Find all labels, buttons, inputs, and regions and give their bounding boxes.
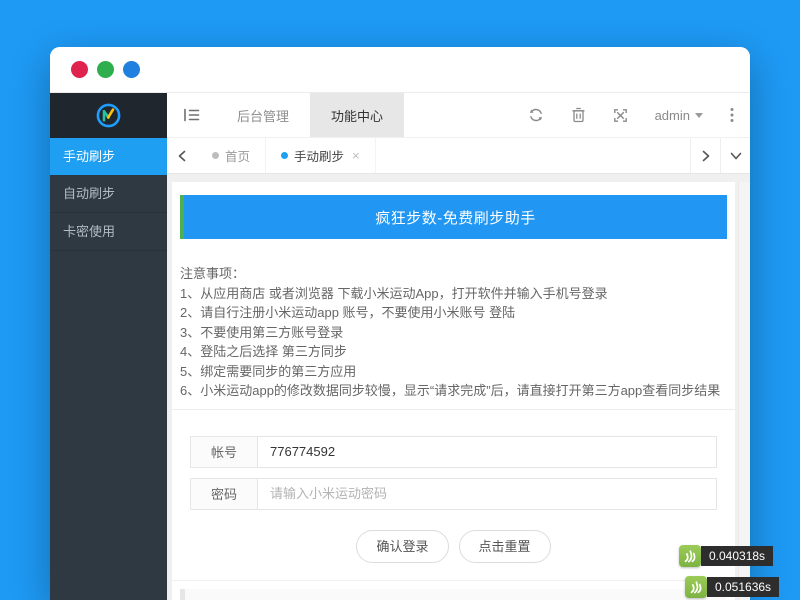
notice-line: 5、绑定需要同步的第三方应用: [180, 362, 727, 382]
page-tab-label: 首页: [225, 146, 250, 165]
collapse-menu-button[interactable]: [167, 93, 216, 137]
sidebar: 手动刷步 自动刷步 卡密使用: [50, 138, 167, 600]
password-label: 密码: [190, 478, 258, 510]
notice-line: 4、登陆之后选择 第三方同步: [180, 342, 727, 362]
topnav-tab-backend[interactable]: 后台管理: [216, 93, 310, 137]
page-tab-home[interactable]: 首页: [197, 138, 266, 173]
thinkphp-flame-icon[interactable]: [685, 576, 707, 598]
nav-actions: admin: [528, 93, 750, 137]
tips-section: Tips：遇到问题可以点击下面查看解决办法，切勿多次重复提交，一次即可，每天提交…: [172, 580, 735, 600]
topnav-tab-function-center[interactable]: 功能中心: [310, 93, 404, 137]
tab-status-dot: [212, 152, 219, 159]
admin-user-menu[interactable]: admin: [655, 108, 703, 123]
login-form: 帐号 密码 确认登录 点击重置: [190, 436, 717, 563]
tabs-spacer: [376, 138, 690, 173]
chevron-down-icon: [695, 113, 703, 118]
password-input[interactable]: [258, 478, 717, 510]
sidebar-item-auto-steps[interactable]: 自动刷步: [50, 175, 167, 213]
vertical-scrollbar[interactable]: [738, 182, 750, 600]
more-options-icon[interactable]: [730, 107, 734, 123]
nav-spacer: [404, 93, 528, 137]
thinkphp-flame-icon[interactable]: [679, 545, 701, 567]
notice-line: 3、不要使用第三方账号登录: [180, 323, 727, 343]
refresh-icon[interactable]: [528, 107, 544, 123]
sidebar-item-card-key[interactable]: 卡密使用: [50, 213, 167, 251]
notice-line: 1、从应用商店 或者浏览器 下载小米运动App，打开软件并输入手机号登录: [180, 284, 727, 304]
tabs-menu-dropdown-button[interactable]: [720, 138, 750, 173]
tabs-scroll-left-button[interactable]: [167, 138, 197, 173]
tab-close-icon[interactable]: ×: [352, 148, 360, 163]
top-nav: 后台管理 功能中心: [167, 93, 750, 138]
account-row: 帐号: [190, 436, 717, 468]
page-tab-label: 手动刷步: [294, 146, 344, 165]
page-content: 疯狂步数-免费刷步助手 注意事项： 1、从应用商店 或者浏览器 下载小米运动Ap…: [167, 174, 750, 600]
trash-icon[interactable]: [571, 107, 586, 123]
notice-section: 注意事项： 1、从应用商店 或者浏览器 下载小米运动App，打开软件并输入手机号…: [180, 264, 727, 401]
page-banner: 疯狂步数-免费刷步助手: [180, 195, 727, 239]
confirm-login-button[interactable]: 确认登录: [356, 530, 448, 563]
notice-title: 注意事项：: [180, 264, 727, 284]
window-titlebar: [50, 47, 750, 93]
app-header: 后台管理 功能中心: [50, 93, 750, 138]
traffic-light-zoom-button[interactable]: [123, 61, 140, 78]
trace-time-label: 0.040318s: [701, 546, 773, 566]
desktop: { "colors":{ "desktop_bg":"#1e9af5", "ba…: [0, 0, 800, 600]
notice-line: 2、请自行注册小米运动app 账号，不要使用小米账号 登陆: [180, 303, 727, 323]
tabs-scroll-right-button[interactable]: [690, 138, 720, 173]
content-card: 疯狂步数-免费刷步助手 注意事项： 1、从应用商店 或者浏览器 下载小米运动Ap…: [172, 182, 735, 600]
password-row: 密码: [190, 478, 717, 510]
main-area: 首页 手动刷步 × 疯狂步数-免费刷步助手: [167, 138, 750, 600]
sidebar-item-manual-steps[interactable]: 手动刷步: [50, 138, 167, 175]
form-buttons: 确认登录 点击重置: [190, 530, 717, 563]
fullscreen-expand-icon[interactable]: [613, 108, 628, 123]
browser-window: 后台管理 功能中心: [50, 47, 750, 600]
app-logo-icon: [95, 102, 122, 129]
reset-button[interactable]: 点击重置: [459, 530, 551, 563]
admin-username: admin: [655, 108, 690, 123]
notice-line: 6、小米运动app的修改数据同步较慢，显示“请求完成”后，请直接打开第三方app…: [180, 381, 727, 401]
app-logo[interactable]: [50, 93, 167, 138]
shrink-menu-icon: [183, 108, 200, 122]
section-divider: [172, 409, 735, 410]
page-tab-manual-steps[interactable]: 手动刷步 ×: [266, 138, 376, 173]
trace-badge[interactable]: 0.040318s: [679, 545, 773, 567]
account-label: 帐号: [190, 436, 258, 468]
app-body: 手动刷步 自动刷步 卡密使用 首页 手动刷步 ×: [50, 138, 750, 600]
page-tabs-bar: 首页 手动刷步 ×: [167, 138, 750, 174]
tab-status-dot: [281, 152, 288, 159]
traffic-light-minimize-button[interactable]: [97, 61, 114, 78]
account-input[interactable]: [258, 436, 717, 468]
traffic-light-close-button[interactable]: [71, 61, 88, 78]
trace-time-label: 0.051636s: [707, 577, 779, 597]
trace-badge[interactable]: 0.051636s: [685, 576, 779, 598]
tips-quote: Tips：遇到问题可以点击下面查看解决办法，切勿多次重复提交，一次即可，每天提交…: [180, 589, 727, 600]
